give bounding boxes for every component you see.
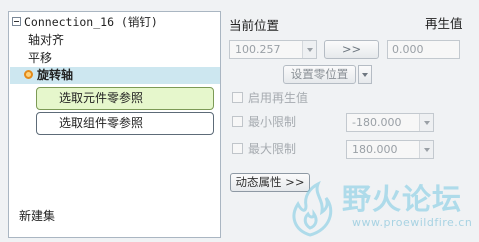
max-limit-checkbox-row[interactable]: 最大限制	[232, 141, 296, 157]
tree-item-axis-align[interactable]: 轴对齐	[28, 32, 64, 49]
min-limit-label: 最小限制	[248, 115, 297, 129]
tree-item-rotation-axis[interactable]: 旋转轴	[10, 67, 220, 84]
enable-regen-checkbox-row[interactable]: 启用再生值	[232, 90, 308, 106]
select-component-zero-ref[interactable]: 选取元件零参照	[36, 87, 214, 110]
chevron-down-icon[interactable]	[302, 41, 316, 58]
max-limit-value: 180.000	[352, 143, 398, 156]
enable-regen-checkbox[interactable]	[232, 92, 243, 103]
min-limit-value: -180.000	[352, 116, 402, 129]
set-zero-position-button[interactable]: 设置零位置	[283, 65, 356, 84]
tree-root-label: Connection_16 (销钉)	[24, 15, 158, 29]
flame-logo-icon	[292, 180, 333, 237]
tree-item-label: 旋转轴	[37, 68, 74, 82]
set-zero-dropdown-icon[interactable]	[358, 65, 372, 84]
chevron-down-icon[interactable]	[419, 114, 433, 131]
chevron-down-icon[interactable]	[419, 141, 433, 158]
min-limit-combo[interactable]: -180.000	[346, 113, 434, 132]
min-limit-checkbox-row[interactable]: 最小限制	[232, 114, 296, 130]
collapse-icon[interactable]	[12, 17, 21, 26]
max-limit-combo[interactable]: 180.000	[346, 140, 434, 159]
watermark-text: 野火论坛	[342, 182, 463, 216]
enable-regen-label: 启用再生值	[248, 91, 309, 105]
min-limit-checkbox[interactable]	[232, 116, 243, 127]
transfer-button[interactable]: >>	[324, 40, 379, 59]
max-limit-label: 最大限制	[248, 142, 297, 156]
connection-tree-panel: Connection_16 (销钉) 轴对齐 平移 旋转轴 选取元件零参照 选取…	[8, 11, 221, 238]
current-position-label: 当前位置	[229, 18, 280, 33]
regen-value-field[interactable]: 0.000	[387, 40, 460, 59]
new-set-link[interactable]: 新建集	[19, 207, 55, 224]
status-dot-icon	[24, 70, 33, 79]
regen-value-label: 再生值	[425, 16, 463, 31]
current-position-combo[interactable]: 100.257	[229, 40, 317, 59]
max-limit-checkbox[interactable]	[232, 143, 243, 154]
watermark-url: www.proewildfire.cn	[352, 216, 473, 229]
tree-item-translate[interactable]: 平移	[28, 50, 52, 67]
tree-root-connection[interactable]: Connection_16 (销钉)	[12, 14, 158, 31]
current-position-value: 100.257	[235, 43, 281, 56]
select-assembly-zero-ref[interactable]: 选取组件零参照	[36, 112, 214, 135]
